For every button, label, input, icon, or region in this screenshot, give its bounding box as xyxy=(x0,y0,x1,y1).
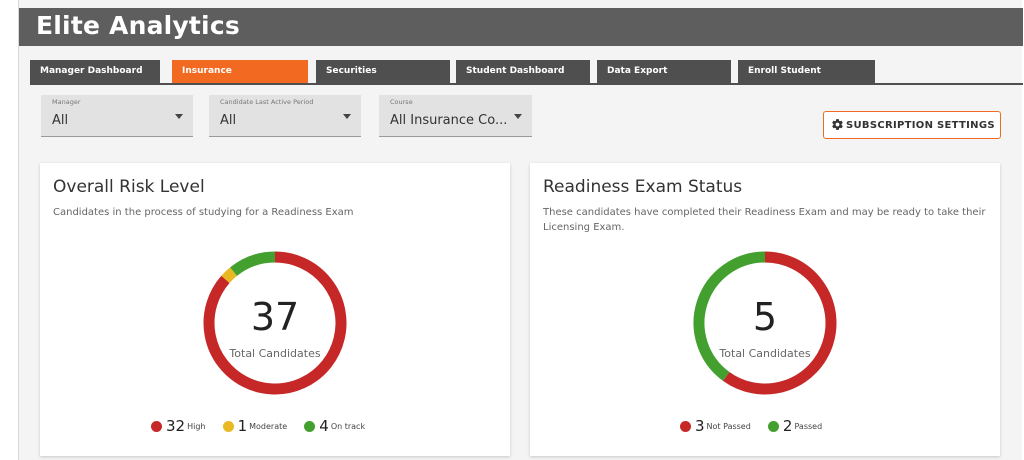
readiness-legend: 3 Not Passed 2 Passed xyxy=(680,415,834,436)
risk-card: Overall Risk Level Candidates in the pro… xyxy=(40,163,510,456)
legend-item-high: 32 High xyxy=(151,416,206,436)
legend-label-moderate: Moderate xyxy=(249,421,288,431)
legend-label-passed: Passed xyxy=(794,421,823,431)
legend-count-not-passed: 3 xyxy=(695,417,705,436)
readiness-card-subtitle: These candidates have completed their Re… xyxy=(543,207,986,233)
chevron-down-icon xyxy=(343,114,351,119)
legend-item-on-track: 4 On track xyxy=(304,416,366,436)
legend-dot-on-track xyxy=(304,420,316,432)
chevron-down-icon xyxy=(514,114,522,119)
gear-icon xyxy=(832,119,843,130)
risk-card-title: Overall Risk Level xyxy=(53,177,205,197)
tab-data-export[interactable]: Data Export xyxy=(597,60,731,84)
risk-legend: 32 High 1 Moderate 4 On track xyxy=(151,415,377,436)
manager-select[interactable]: Manager All xyxy=(41,95,193,137)
legend-count-on-track: 4 xyxy=(319,417,329,436)
legend-dot-passed xyxy=(767,420,779,432)
title-bar: Elite Analytics xyxy=(19,8,1023,46)
course-select-value: All Insurance Co... xyxy=(390,113,508,128)
course-select-label: Course xyxy=(390,98,413,106)
subscription-settings-label: SUBSCRIPTION SETTINGS xyxy=(846,120,995,131)
legend-label-not-passed: Not Passed xyxy=(706,421,751,431)
risk-donut-chart: 37 Total Candidates xyxy=(203,251,347,395)
readiness-card-title: Readiness Exam Status xyxy=(543,177,743,197)
readiness-total-label: Total Candidates xyxy=(718,347,810,360)
legend-dot-high xyxy=(151,420,162,432)
legend-count-moderate: 1 xyxy=(237,417,248,436)
tab-enroll-student[interactable]: Enroll Student xyxy=(738,60,875,84)
legend-count-high: 32 xyxy=(166,417,186,436)
legend-label-high: High xyxy=(187,421,206,431)
risk-card-subtitle: Candidates in the process of studying fo… xyxy=(53,207,354,218)
risk-total: 37 xyxy=(251,295,299,339)
tab-underline xyxy=(30,83,1023,85)
app-title: Elite Analytics xyxy=(36,11,240,40)
legend-count-passed: 2 xyxy=(782,417,793,436)
period-select-value: All xyxy=(220,113,237,128)
course-select[interactable]: Course All Insurance Co... xyxy=(379,95,532,137)
subscription-settings-button[interactable]: SUBSCRIPTION SETTINGS xyxy=(823,111,1001,139)
legend-item-passed: 2 Passed xyxy=(767,416,823,436)
risk-total-label: Total Candidates xyxy=(228,347,320,360)
manager-select-value: All xyxy=(52,113,69,128)
legend-label-on-track: On track xyxy=(330,421,366,431)
tab-securities[interactable]: Securities xyxy=(316,60,450,84)
manager-select-label: Manager xyxy=(52,98,81,106)
period-select[interactable]: Candidate Last Active Period All xyxy=(209,95,361,137)
risk-segment-moderate xyxy=(221,267,238,284)
app-frame: Elite Analytics Manager Dashboard Insura… xyxy=(18,0,1023,460)
readiness-card: Readiness Exam Status These candidates h… xyxy=(530,163,1000,456)
legend-item-moderate: 1 Moderate xyxy=(222,416,288,436)
tab-student-dashboard[interactable]: Student Dashboard xyxy=(456,60,590,84)
tab-insurance[interactable]: Insurance xyxy=(172,60,308,84)
legend-dot-not-passed xyxy=(680,420,691,432)
readiness-donut-chart: 5 Total Candidates xyxy=(693,251,837,395)
readiness-total: 5 xyxy=(753,295,777,339)
period-select-label: Candidate Last Active Period xyxy=(220,98,314,106)
risk-segment-on-track xyxy=(230,251,276,277)
tab-manager-dashboard[interactable]: Manager Dashboard xyxy=(30,60,160,84)
readiness-segment-not-passed xyxy=(722,251,837,395)
legend-dot-moderate xyxy=(222,420,234,432)
chevron-down-icon xyxy=(175,114,183,119)
legend-item-not-passed: 3 Not Passed xyxy=(680,416,751,436)
